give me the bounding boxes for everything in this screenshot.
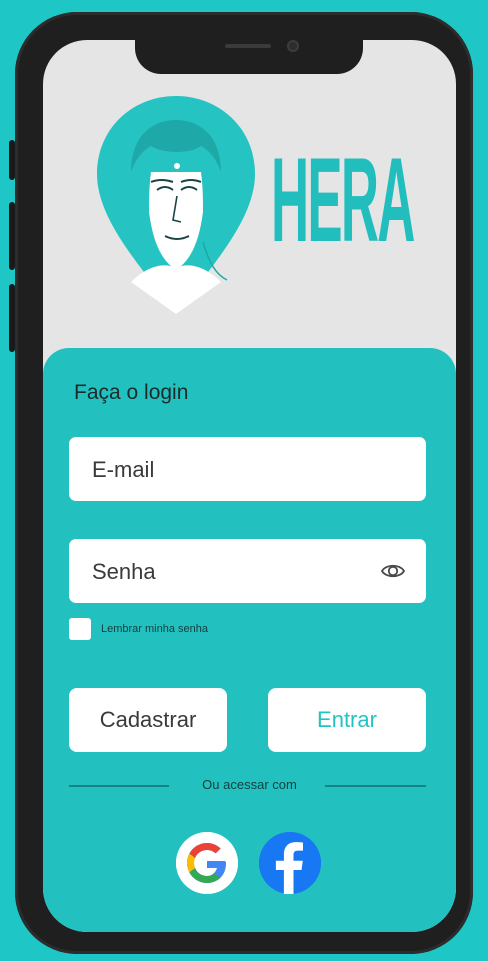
email-placeholder: E-mail — [92, 457, 155, 482]
phone-screen: HERA Faça o login E-mail Senha Lembrar m… — [43, 40, 456, 932]
email-field[interactable]: E-mail — [69, 437, 426, 501]
remember-checkbox[interactable] — [69, 618, 91, 640]
register-button[interactable]: Cadastrar — [69, 688, 227, 752]
google-icon — [176, 832, 238, 894]
facebook-icon — [259, 832, 321, 894]
divider-right — [325, 785, 426, 787]
logo-area: HERA — [43, 40, 456, 340]
password-field[interactable]: Senha — [69, 539, 426, 603]
facebook-login-button[interactable] — [259, 832, 321, 894]
silent-switch — [9, 140, 15, 180]
google-login-button[interactable] — [176, 832, 238, 894]
phone-notch — [135, 30, 363, 74]
brand-name: HERA — [271, 133, 415, 267]
speaker-grille — [225, 44, 271, 48]
hera-logo-pin-icon — [97, 96, 255, 314]
password-placeholder: Senha — [92, 559, 156, 584]
volume-up-button — [9, 202, 15, 270]
volume-down-button — [9, 284, 15, 352]
login-panel: Faça o login E-mail Senha Lembrar minha … — [43, 348, 456, 932]
login-button[interactable]: Entrar — [268, 688, 426, 752]
remember-label: Lembrar minha senha — [101, 623, 209, 635]
login-title: Faça o login — [74, 381, 189, 404]
front-camera — [287, 40, 299, 52]
eye-icon[interactable] — [380, 559, 406, 583]
